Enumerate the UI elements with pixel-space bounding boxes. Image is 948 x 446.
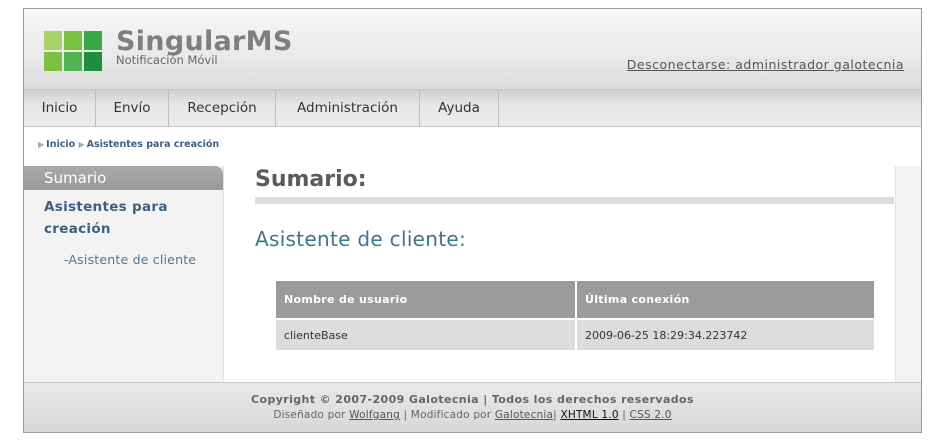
- separator: |: [553, 409, 557, 421]
- table-header-row: Nombre de usuario Última conexión: [276, 281, 874, 319]
- nav-item-inicio[interactable]: Inicio: [24, 90, 96, 127]
- column-header-last-connection: Última conexión: [576, 281, 874, 319]
- breadcrumb-arrow-icon: ▶: [78, 140, 85, 149]
- sidebar-title: Sumario: [24, 166, 223, 190]
- breadcrumb: ▶ Inicio ▶ Asistentes para creación: [38, 139, 219, 150]
- page-frame: SingularMS Notificación Móvil Desconecta…: [23, 8, 922, 433]
- xhtml-link[interactable]: XHTML 1.0: [560, 409, 618, 421]
- title-divider: [255, 197, 894, 204]
- cell-last-connection: 2009-06-25 18:29:34.223742: [576, 318, 874, 350]
- separator: |: [622, 409, 626, 421]
- modified-by-label: | Modificado por: [403, 409, 492, 421]
- brand-tagline: Notificación Móvil: [116, 53, 218, 67]
- table-row: clienteBase 2009-06-25 18:29:34.223742: [276, 318, 874, 350]
- page-title: Sumario:: [255, 167, 367, 192]
- designed-by-label: Diseñado por: [273, 409, 346, 421]
- brand-name: SingularMS: [116, 26, 293, 57]
- logout-link[interactable]: Desconectarse: administrador galotecnia: [627, 57, 904, 72]
- credits-line: Diseñado por Wolfgang | Modificado por G…: [24, 409, 921, 421]
- nav-item-administracion[interactable]: Administración: [276, 90, 420, 127]
- breadcrumb-arrow-icon: ▶: [38, 140, 45, 149]
- cell-username: clienteBase: [276, 318, 577, 350]
- nav-item-recepcion[interactable]: Recepción: [169, 90, 276, 127]
- section-title: Asistente de cliente:: [255, 227, 467, 251]
- column-header-username: Nombre de usuario: [276, 281, 577, 319]
- css-link[interactable]: CSS 2.0: [630, 409, 672, 421]
- designer-link[interactable]: Wolfgang: [349, 409, 400, 421]
- sidebar-item-asistentes[interactable]: Asistentes para creación: [44, 196, 194, 240]
- copyright-text: Copyright © 2007-2009 Galotecnia | Todos…: [251, 393, 694, 406]
- breadcrumb-inicio[interactable]: Inicio: [46, 139, 75, 150]
- logo-icon: [44, 31, 104, 72]
- sidebar: Sumario Asistentes para creación -Asiste…: [24, 166, 224, 382]
- modifier-link[interactable]: Galotecnia: [495, 409, 553, 421]
- nav-item-ayuda[interactable]: Ayuda: [420, 90, 499, 127]
- sidebar-item-asistente-cliente[interactable]: -Asistente de cliente: [64, 252, 196, 267]
- header: SingularMS Notificación Móvil Desconecta…: [24, 9, 921, 89]
- footer: Copyright © 2007-2009 Galotecnia | Todos…: [24, 382, 921, 432]
- right-margin-strip: [895, 166, 921, 382]
- breadcrumb-asistentes[interactable]: Asistentes para creación: [87, 139, 220, 150]
- users-table: Nombre de usuario Última conexión client…: [276, 281, 874, 350]
- nav-item-envio[interactable]: Envío: [96, 90, 169, 127]
- main-nav: Inicio Envío Recepción Administración Ay…: [24, 89, 921, 127]
